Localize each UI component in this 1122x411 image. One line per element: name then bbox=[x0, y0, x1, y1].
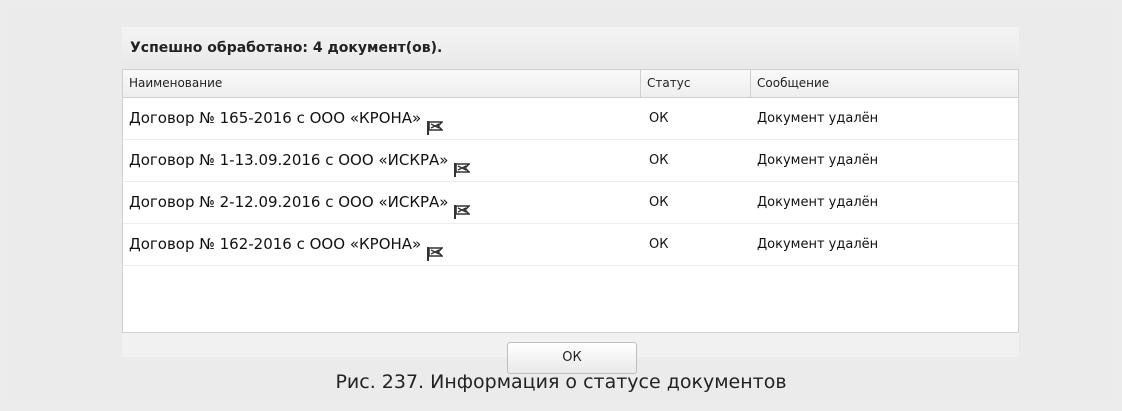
table-row[interactable]: Договор № 162-2016 с ООО «КРОНА» ОК Доку… bbox=[123, 224, 1018, 266]
document-name-cell: Договор № 1-13.09.2016 с ООО «ИСКРА» bbox=[123, 140, 641, 181]
document-name-cell: Договор № 162-2016 с ООО «КРОНА» bbox=[123, 224, 641, 265]
table-row[interactable]: Договор № 1-13.09.2016 с ООО «ИСКРА» ОК … bbox=[123, 140, 1018, 182]
flag-icon bbox=[427, 110, 445, 135]
flag-icon bbox=[454, 152, 472, 177]
grid-header: Наименование Статус Сообщение bbox=[123, 70, 1018, 98]
message-cell: Документ удалён bbox=[757, 237, 879, 252]
status-cell: ОК bbox=[649, 111, 669, 126]
table-row[interactable]: Договор № 2-12.09.2016 с ООО «ИСКРА» ОК … bbox=[123, 182, 1018, 224]
column-header-name[interactable]: Наименование bbox=[123, 70, 641, 97]
document-name: Договор № 165-2016 с ООО «КРОНА» bbox=[129, 109, 422, 127]
dialog-footer: ОК bbox=[122, 333, 1019, 374]
status-cell: ОК bbox=[649, 237, 669, 252]
status-cell: ОК bbox=[649, 195, 669, 210]
status-cell: ОК bbox=[649, 153, 669, 168]
dialog-title: Успешно обработано: 4 документ(ов). bbox=[122, 27, 1019, 69]
flag-icon bbox=[454, 194, 472, 219]
flag-icon bbox=[427, 236, 445, 261]
message-cell: Документ удалён bbox=[757, 111, 879, 126]
figure-caption: Рис. 237. Информация о статусе документо… bbox=[335, 371, 787, 393]
column-header-message[interactable]: Сообщение bbox=[751, 70, 1018, 97]
message-cell: Документ удалён bbox=[757, 153, 879, 168]
document-name: Договор № 1-13.09.2016 с ООО «ИСКРА» bbox=[129, 151, 449, 169]
document-name: Договор № 162-2016 с ООО «КРОНА» bbox=[129, 235, 422, 253]
message-cell: Документ удалён bbox=[757, 195, 879, 210]
column-header-status[interactable]: Статус bbox=[641, 70, 751, 97]
document-name: Договор № 2-12.09.2016 с ООО «ИСКРА» bbox=[129, 193, 449, 211]
document-name-cell: Договор № 165-2016 с ООО «КРОНА» bbox=[123, 98, 641, 139]
ok-button[interactable]: ОК bbox=[507, 342, 637, 374]
documents-grid: Наименование Статус Сообщение Договор № … bbox=[122, 69, 1019, 333]
status-dialog: Успешно обработано: 4 документ(ов). Наим… bbox=[122, 27, 1019, 374]
table-row[interactable]: Договор № 165-2016 с ООО «КРОНА» ОК Доку… bbox=[123, 98, 1018, 140]
document-name-cell: Договор № 2-12.09.2016 с ООО «ИСКРА» bbox=[123, 182, 641, 223]
